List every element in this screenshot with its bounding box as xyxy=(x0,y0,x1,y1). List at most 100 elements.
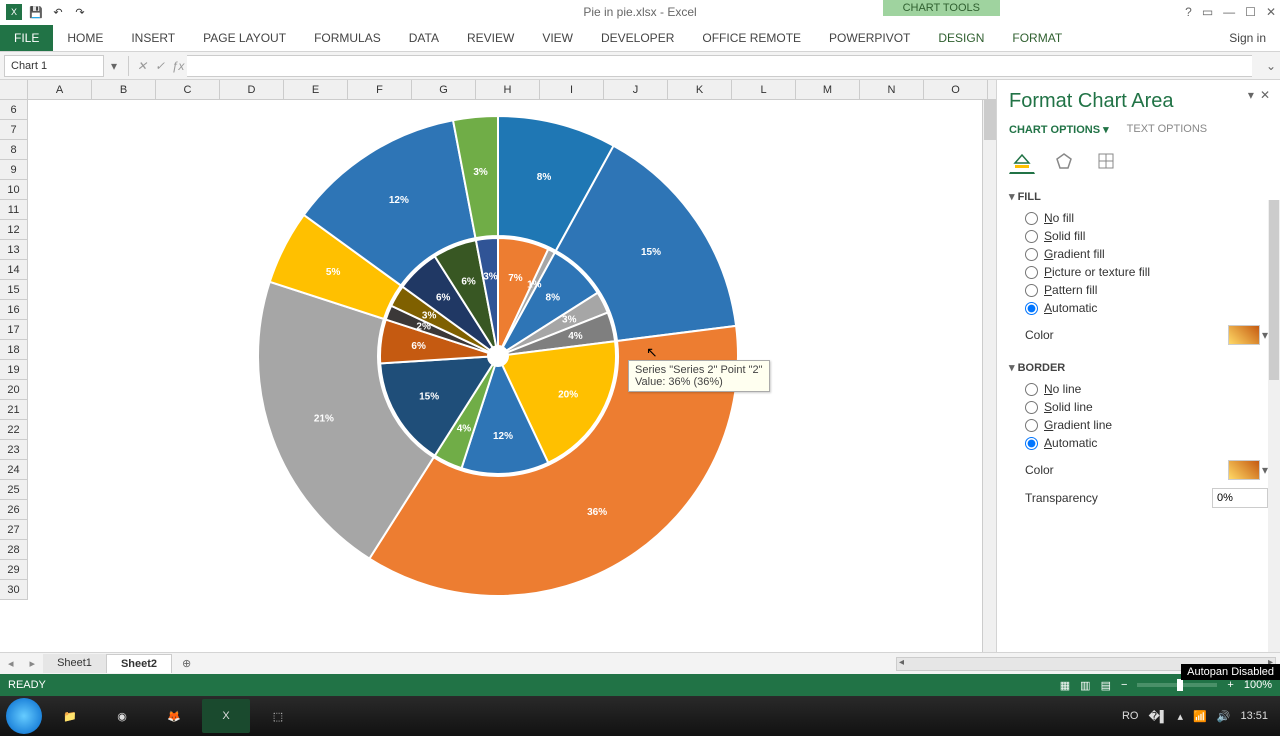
view-page-break-icon[interactable]: ▤ xyxy=(1101,679,1111,692)
tab-office-remote[interactable]: OFFICE REMOTE xyxy=(688,25,815,51)
row-header[interactable]: 16 xyxy=(0,300,28,320)
border-radio[interactable]: Gradient line xyxy=(1025,418,1268,432)
column-header[interactable]: I xyxy=(540,80,604,99)
pane-scrollbar[interactable] xyxy=(1268,200,1280,652)
chart-options-tab[interactable]: CHART OPTIONS ▾ xyxy=(1009,123,1109,136)
column-header[interactable]: N xyxy=(860,80,924,99)
border-radio[interactable]: Solid line xyxy=(1025,400,1268,414)
new-sheet-button[interactable]: ⊕ xyxy=(172,657,201,670)
fill-line-icon[interactable] xyxy=(1009,148,1035,174)
row-header[interactable]: 14 xyxy=(0,260,28,280)
border-radio[interactable]: Automatic xyxy=(1025,436,1268,450)
fill-section-title[interactable]: FILL xyxy=(1009,190,1268,203)
save-icon[interactable]: 💾 xyxy=(28,4,44,20)
row-header[interactable]: 28 xyxy=(0,540,28,560)
row-header[interactable]: 29 xyxy=(0,560,28,580)
border-radio[interactable]: No line xyxy=(1025,382,1268,396)
zoom-level[interactable]: 100% xyxy=(1244,679,1272,691)
tab-home[interactable]: HOME xyxy=(53,25,117,51)
row-header[interactable]: 24 xyxy=(0,460,28,480)
tray-clock[interactable]: 13:51 xyxy=(1240,710,1268,722)
taskbar-explorer-icon[interactable]: 📁 xyxy=(46,699,94,733)
view-page-layout-icon[interactable]: ▥ xyxy=(1080,679,1090,692)
maximize-icon[interactable]: ☐ xyxy=(1245,5,1256,19)
row-header[interactable]: 21 xyxy=(0,400,28,420)
border-color-picker[interactable] xyxy=(1228,460,1260,480)
column-header[interactable]: C xyxy=(156,80,220,99)
row-header[interactable]: 26 xyxy=(0,500,28,520)
fill-radio[interactable]: Pattern fill xyxy=(1025,283,1268,297)
tab-design[interactable]: DESIGN xyxy=(924,25,998,51)
row-header[interactable]: 23 xyxy=(0,440,28,460)
sign-in-link[interactable]: Sign in xyxy=(1215,25,1280,51)
column-header[interactable]: G xyxy=(412,80,476,99)
tab-page-layout[interactable]: PAGE LAYOUT xyxy=(189,25,300,51)
vertical-scrollbar[interactable] xyxy=(982,100,996,652)
column-header[interactable]: A xyxy=(28,80,92,99)
fill-radio[interactable]: Solid fill xyxy=(1025,229,1268,243)
column-header[interactable]: M xyxy=(796,80,860,99)
text-options-tab[interactable]: TEXT OPTIONS xyxy=(1127,123,1207,136)
column-header[interactable]: H xyxy=(476,80,540,99)
tray-flag-icon[interactable]: �▌ xyxy=(1148,710,1167,723)
row-header[interactable]: 9 xyxy=(0,160,28,180)
tab-powerpivot[interactable]: POWERPIVOT xyxy=(815,25,924,51)
view-normal-icon[interactable]: ▦ xyxy=(1060,679,1070,692)
expand-formula-bar-icon[interactable]: ⌄ xyxy=(1266,59,1278,73)
column-header[interactable]: D xyxy=(220,80,284,99)
fill-color-picker[interactable] xyxy=(1228,325,1260,345)
row-header[interactable]: 27 xyxy=(0,520,28,540)
fill-radio[interactable]: Automatic xyxy=(1025,301,1268,315)
minimize-icon[interactable]: — xyxy=(1223,5,1235,19)
close-icon[interactable]: ✕ xyxy=(1266,5,1276,19)
size-properties-icon[interactable] xyxy=(1093,148,1119,174)
start-button[interactable] xyxy=(6,698,42,734)
zoom-in-icon[interactable]: + xyxy=(1227,679,1233,691)
border-color-dropdown-icon[interactable]: ▾ xyxy=(1260,463,1268,477)
tray-up-icon[interactable]: ▴ xyxy=(1178,710,1184,723)
fill-radio[interactable]: Gradient fill xyxy=(1025,247,1268,261)
column-header[interactable]: E xyxy=(284,80,348,99)
row-header[interactable]: 20 xyxy=(0,380,28,400)
column-header[interactable]: O xyxy=(924,80,988,99)
row-header[interactable]: 30 xyxy=(0,580,28,600)
row-header[interactable]: 10 xyxy=(0,180,28,200)
tab-insert[interactable]: INSERT xyxy=(117,25,189,51)
row-header[interactable]: 7 xyxy=(0,120,28,140)
taskbar-recorder-icon[interactable]: ⬚ xyxy=(254,699,302,733)
name-box-dropdown-icon[interactable]: ▾ xyxy=(108,59,120,73)
cancel-formula-icon[interactable]: ✕ xyxy=(133,59,151,73)
row-header[interactable]: 22 xyxy=(0,420,28,440)
enter-formula-icon[interactable]: ✓ xyxy=(151,59,169,73)
tab-format[interactable]: FORMAT xyxy=(998,25,1076,51)
sheet-nav-prev-icon[interactable]: ◂ xyxy=(0,657,22,670)
row-header[interactable]: 6 xyxy=(0,100,28,120)
row-header[interactable]: 18 xyxy=(0,340,28,360)
tab-formulas[interactable]: FORMULAS xyxy=(300,25,395,51)
name-box[interactable]: Chart 1 xyxy=(4,55,104,77)
taskbar-chrome-icon[interactable]: ◉ xyxy=(98,699,146,733)
column-header[interactable]: K xyxy=(668,80,732,99)
help-icon[interactable]: ? xyxy=(1185,5,1192,19)
fx-icon[interactable]: ƒx xyxy=(169,59,187,73)
redo-icon[interactable]: ↷ xyxy=(72,4,88,20)
sheet-tab[interactable]: Sheet2 xyxy=(107,654,172,673)
column-header[interactable]: B xyxy=(92,80,156,99)
embedded-chart[interactable]: 8%15%36%21%5%12%3% 7%1%8%3%4%20%12%4%15%… xyxy=(238,106,758,606)
row-header[interactable]: 8 xyxy=(0,140,28,160)
taskbar-firefox-icon[interactable]: 🦊 xyxy=(150,699,198,733)
row-header[interactable]: 13 xyxy=(0,240,28,260)
transparency-input[interactable] xyxy=(1212,488,1268,508)
formula-input[interactable] xyxy=(187,55,1252,77)
row-header[interactable]: 15 xyxy=(0,280,28,300)
column-header[interactable]: L xyxy=(732,80,796,99)
tab-file[interactable]: FILE xyxy=(0,25,53,51)
tab-developer[interactable]: DEVELOPER xyxy=(587,25,688,51)
fill-color-dropdown-icon[interactable]: ▾ xyxy=(1260,328,1268,342)
effects-icon[interactable] xyxy=(1051,148,1077,174)
tray-lang[interactable]: RO xyxy=(1122,710,1139,722)
taskbar-excel-icon[interactable]: X xyxy=(202,699,250,733)
pane-close-icon[interactable]: ✕ xyxy=(1260,88,1270,102)
column-header[interactable]: J xyxy=(604,80,668,99)
ribbon-display-icon[interactable]: ▭ xyxy=(1202,5,1213,19)
